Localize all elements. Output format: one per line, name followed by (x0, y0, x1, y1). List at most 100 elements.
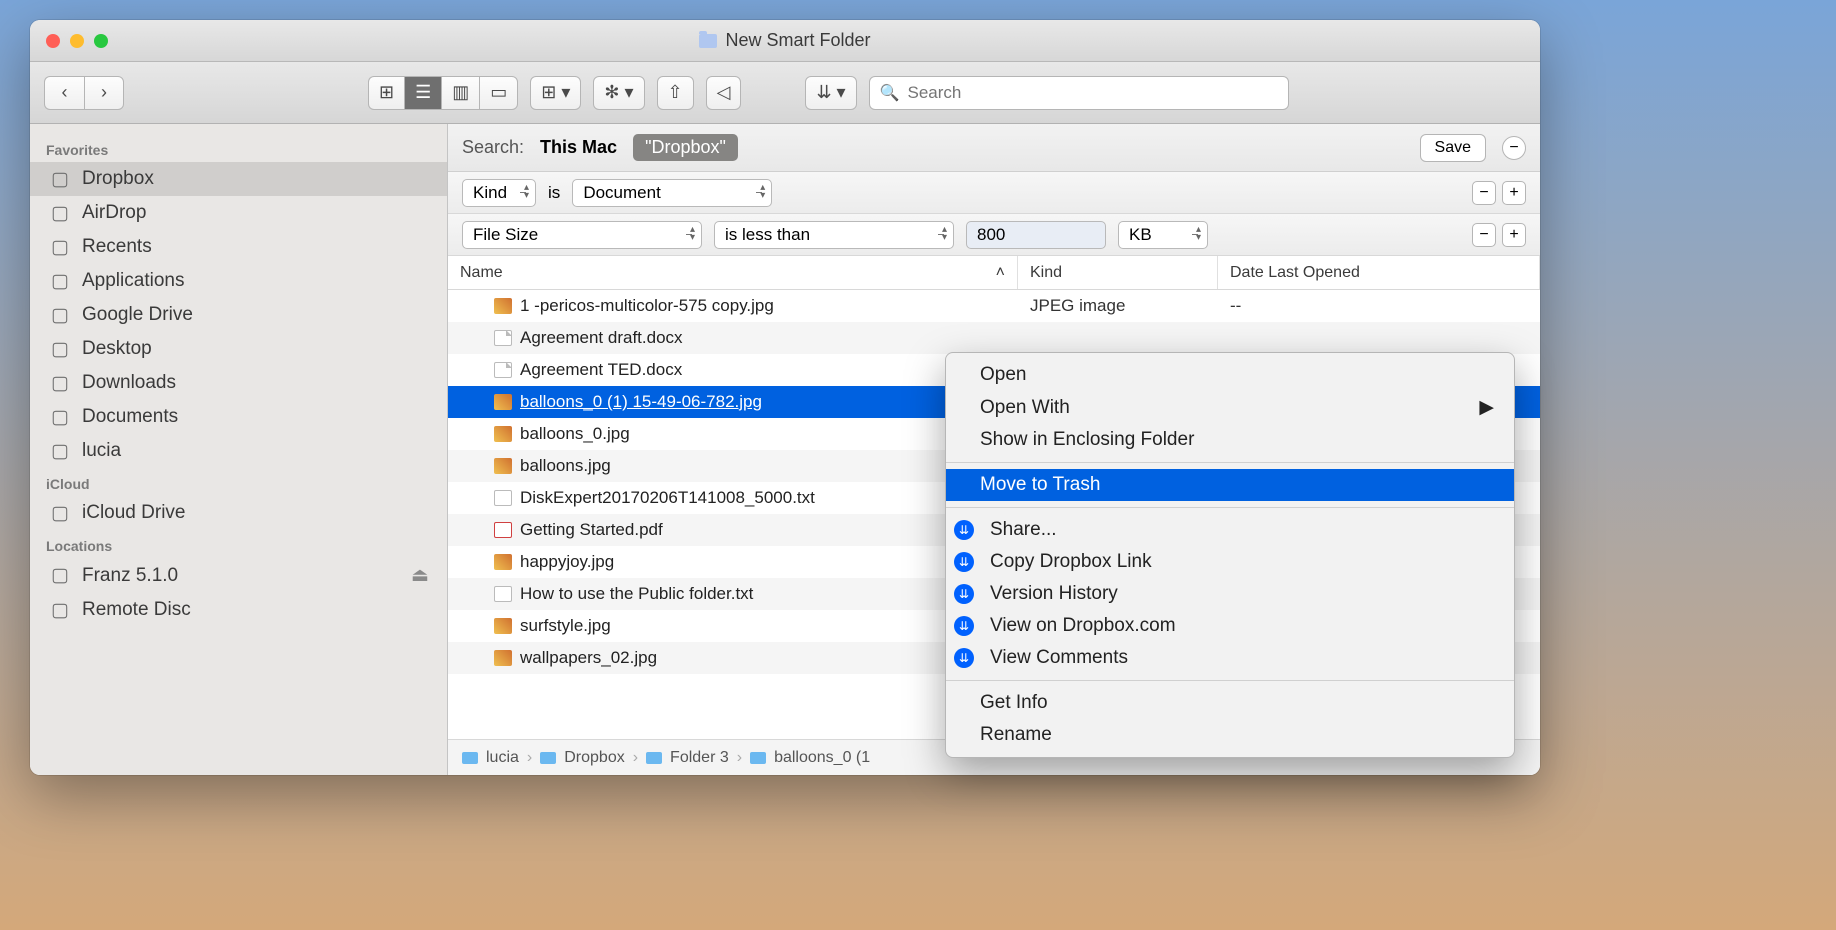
sidebar-item-label: Remote Disc (82, 599, 191, 621)
sidebar-section-label: Locations (30, 530, 447, 558)
file-icon (494, 298, 512, 314)
menu-share[interactable]: ⇊Share... (946, 514, 1514, 546)
column-name[interactable]: Name˄ (448, 256, 1018, 289)
rule2-field[interactable]: File Size▴▾ (462, 221, 702, 249)
menu-open[interactable]: Open (946, 359, 1514, 391)
menu-version-history[interactable]: ⇊Version History (946, 578, 1514, 610)
rule2-remove-button[interactable]: − (1472, 223, 1496, 247)
forward-button[interactable]: › (84, 76, 124, 110)
sidebar-item-label: Applications (82, 270, 184, 292)
eject-icon[interactable]: ⏏ (411, 564, 429, 587)
menu-rename[interactable]: Rename (946, 719, 1514, 751)
file-icon (494, 650, 512, 666)
rule1-field[interactable]: Kind▴▾ (462, 179, 536, 207)
rule-row-2: File Size▴▾ is less than▴▾ 800 KB▴▾ − + (448, 214, 1540, 256)
sidebar-item[interactable]: ▢Downloads (30, 366, 447, 400)
sidebar-item[interactable]: ▢ Remote Disc (30, 593, 447, 627)
menu-copy-link[interactable]: ⇊Copy Dropbox Link (946, 546, 1514, 578)
file-row[interactable]: 1 -pericos-multicolor-575 copy.jpgJPEG i… (448, 290, 1540, 322)
path-segment[interactable]: Dropbox (540, 749, 624, 767)
file-name: balloons.jpg (520, 456, 611, 476)
sidebar-icon: ▢ (48, 503, 72, 523)
file-name: happyjoy.jpg (520, 552, 614, 572)
minimize-button[interactable] (70, 34, 84, 48)
menu-view-dropbox[interactable]: ⇊View on Dropbox.com (946, 610, 1514, 642)
file-name: surfstyle.jpg (520, 616, 611, 636)
toolbar: ‹ › ⊞ ☰ ▥ ▭ ⊞ ▾ ✻ ▾ ⇧ ◁ ⇊ ▾ 🔍 (30, 62, 1540, 124)
file-icon (494, 330, 512, 346)
sidebar-icon: ▢ (48, 305, 72, 325)
sidebar-item[interactable]: ▢lucia (30, 434, 447, 468)
folder-icon (462, 752, 478, 764)
sidebar-icon: ▢ (48, 600, 72, 620)
scope-this-mac[interactable]: This Mac (540, 137, 617, 158)
zoom-button[interactable] (94, 34, 108, 48)
file-icon (494, 522, 512, 538)
arrange-button[interactable]: ⊞ ▾ (530, 76, 581, 110)
column-kind[interactable]: Kind (1018, 256, 1218, 289)
menu-show-enclosing[interactable]: Show in Enclosing Folder (946, 424, 1514, 456)
sidebar-icon: ▢ (48, 407, 72, 427)
context-menu: Open Open With▶ Show in Enclosing Folder… (945, 352, 1515, 758)
rule2-add-button[interactable]: + (1502, 223, 1526, 247)
sidebar-item-label: Documents (82, 406, 178, 428)
rule1-add-button[interactable]: + (1502, 181, 1526, 205)
path-segment[interactable]: lucia (462, 749, 519, 767)
sidebar-item[interactable]: ▢Desktop (30, 332, 447, 366)
view-column-button[interactable]: ▥ (441, 76, 479, 110)
action-button[interactable]: ✻ ▾ (593, 76, 644, 110)
close-button[interactable] (46, 34, 60, 48)
back-button[interactable]: ‹ (44, 76, 84, 110)
file-icon (494, 490, 512, 506)
view-list-button[interactable]: ☰ (404, 76, 441, 110)
menu-view-comments[interactable]: ⇊View Comments (946, 642, 1514, 674)
file-icon (494, 426, 512, 442)
file-date: -- (1218, 296, 1540, 316)
rule2-unit[interactable]: KB▴▾ (1118, 221, 1208, 249)
menu-open-with[interactable]: Open With▶ (946, 391, 1514, 424)
path-segment[interactable]: balloons_0 (1 (750, 749, 870, 767)
file-name: Getting Started.pdf (520, 520, 663, 540)
rule2-op[interactable]: is less than▴▾ (714, 221, 954, 249)
rule1-value[interactable]: Document▴▾ (572, 179, 772, 207)
sidebar-item[interactable]: ▢Applications (30, 264, 447, 298)
search-input[interactable] (908, 83, 1278, 103)
file-row[interactable]: Agreement draft.docx (448, 322, 1540, 354)
menu-move-to-trash[interactable]: Move to Trash (946, 469, 1514, 501)
sidebar-icon: ▢ (48, 203, 72, 223)
rule2-value-input[interactable]: 800 (966, 221, 1106, 249)
dropbox-button[interactable]: ⇊ ▾ (805, 76, 856, 110)
sidebar-item[interactable]: ▢ Documents (30, 400, 447, 434)
sidebar-icon: ▢ (48, 566, 72, 586)
file-name: balloons_0.jpg (520, 424, 630, 444)
column-date[interactable]: Date Last Opened (1218, 256, 1540, 289)
save-button[interactable]: Save (1420, 134, 1486, 162)
sidebar-item[interactable]: ▢Google Drive (30, 298, 447, 332)
sidebar-icon: ▢ (48, 169, 72, 189)
search-field[interactable]: 🔍 (869, 76, 1289, 110)
path-chevron-icon: › (527, 749, 532, 767)
tags-button[interactable]: ◁ (706, 76, 742, 110)
column-headers: Name˄ Kind Date Last Opened (448, 256, 1540, 290)
sidebar-item[interactable]: ▢AirDrop (30, 196, 447, 230)
rule1-remove-button[interactable]: − (1472, 181, 1496, 205)
sidebar-item[interactable]: ▢Recents (30, 230, 447, 264)
file-name: 1 -pericos-multicolor-575 copy.jpg (520, 296, 774, 316)
remove-scope-button[interactable]: − (1502, 136, 1526, 160)
scope-dropbox[interactable]: "Dropbox" (633, 134, 738, 161)
view-icon-button[interactable]: ⊞ (368, 76, 404, 110)
folder-icon (646, 752, 662, 764)
sidebar-item[interactable]: ▢ iCloud Drive (30, 496, 447, 530)
path-segment[interactable]: Folder 3 (646, 749, 729, 767)
file-name: balloons_0 (1) 15-49-06-782.jpg (520, 392, 762, 412)
sidebar-item-label: Dropbox (82, 168, 154, 190)
file-icon (494, 554, 512, 570)
view-gallery-button[interactable]: ▭ (479, 76, 518, 110)
sidebar-icon: ▢ (48, 339, 72, 359)
share-button[interactable]: ⇧ (657, 76, 694, 110)
sidebar-item[interactable]: ▢Franz 5.1.0⏏ (30, 558, 447, 593)
sidebar-item[interactable]: ▢ Dropbox (30, 162, 447, 196)
sidebar-item-label: Recents (82, 236, 152, 258)
sidebar-item-label: iCloud Drive (82, 502, 185, 524)
menu-get-info[interactable]: Get Info (946, 687, 1514, 719)
